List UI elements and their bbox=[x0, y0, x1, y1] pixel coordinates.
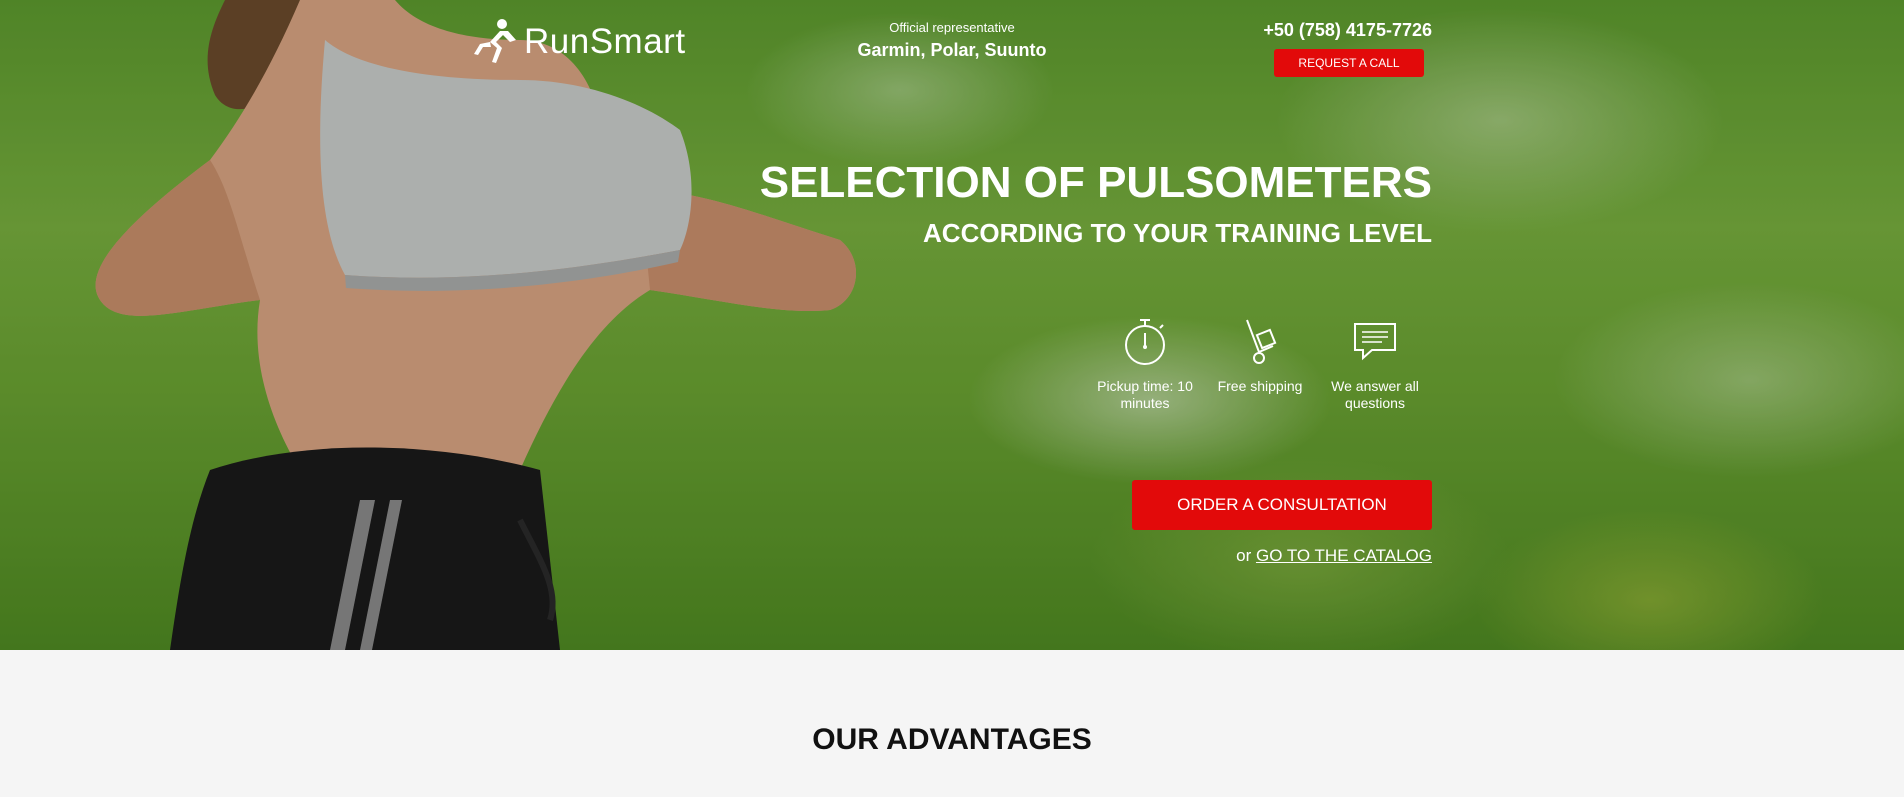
feature-label: We answer all questions bbox=[1331, 378, 1419, 411]
order-consultation-button[interactable]: ORDER A CONSULTATION bbox=[1132, 480, 1432, 530]
hero-title: SELECTION OF PULSOMETERS bbox=[759, 158, 1432, 207]
feature-questions: We answer all questions bbox=[1320, 318, 1430, 412]
feature-shipping: Free shipping bbox=[1205, 318, 1315, 395]
hero-section: RunSmart Official representative Garmin,… bbox=[0, 0, 1904, 650]
stopwatch-icon bbox=[1125, 319, 1165, 365]
runner-logo-icon bbox=[474, 19, 516, 63]
official-representative: Official representative Garmin, Polar, S… bbox=[852, 20, 1052, 61]
chat-icon bbox=[1354, 323, 1396, 361]
catalog-prefix: or bbox=[1236, 546, 1252, 565]
phone-number[interactable]: +50 (758) 4175-7726 bbox=[1263, 20, 1432, 41]
feature-label: Pickup time: 10 minutes bbox=[1097, 378, 1193, 411]
catalog-link[interactable]: GO TO THE CATALOG bbox=[1256, 546, 1432, 565]
hero-overlay bbox=[0, 0, 1904, 650]
feature-pickup: Pickup time: 10 minutes bbox=[1090, 318, 1200, 412]
features-list: Pickup time: 10 minutes Free shipping We… bbox=[1090, 318, 1430, 418]
rep-label: Official representative bbox=[889, 20, 1015, 35]
logo[interactable]: RunSmart bbox=[472, 18, 686, 66]
rep-brands: Garmin, Polar, Suunto bbox=[857, 40, 1047, 60]
feature-label: Free shipping bbox=[1217, 378, 1303, 394]
catalog-line: or GO TO THE CATALOG bbox=[1236, 546, 1432, 566]
advantages-title: OUR ADVANTAGES bbox=[812, 723, 1092, 756]
hand-truck-icon bbox=[1246, 319, 1277, 364]
hero-subtitle: ACCORDING TO YOUR TRAINING LEVEL bbox=[923, 218, 1432, 248]
logo-text: RunSmart bbox=[524, 22, 686, 61]
request-call-button[interactable]: REQUEST A CALL bbox=[1274, 49, 1424, 77]
